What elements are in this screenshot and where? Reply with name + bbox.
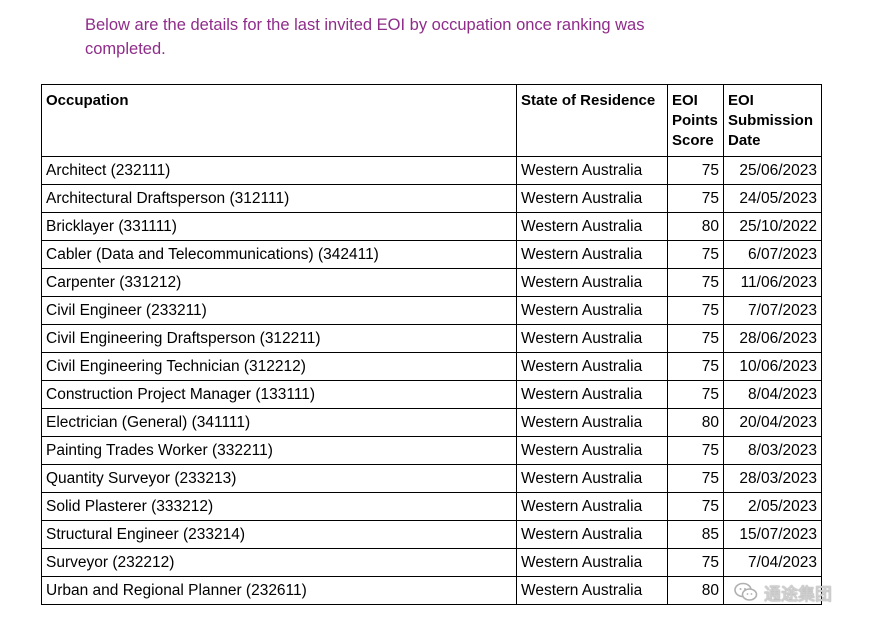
- cell-state: Western Australia: [516, 576, 668, 605]
- cell-state: Western Australia: [516, 352, 668, 381]
- cell-date: 8/04/2023: [723, 380, 822, 409]
- cell-points: 75: [667, 268, 724, 297]
- cell-occupation: Quantity Surveyor (233213): [41, 464, 517, 493]
- cell-points: 75: [667, 156, 724, 185]
- cell-date: 6/07/2023: [723, 240, 822, 269]
- cell-date: 20/04/2023: [723, 408, 822, 437]
- cell-occupation: Construction Project Manager (133111): [41, 380, 517, 409]
- header-occupation: Occupation: [41, 84, 517, 157]
- cell-date: 7/07/2023: [723, 296, 822, 325]
- cell-points: 80: [667, 408, 724, 437]
- cell-date: 28/03/2023: [723, 464, 822, 493]
- table-row: Cabler (Data and Telecommunications) (34…: [41, 240, 822, 269]
- cell-points: 75: [667, 296, 724, 325]
- table-row: Structural Engineer (233214) Western Aust…: [41, 520, 822, 549]
- table-body: Architect (232111) Western Australia 75 25/…: [41, 156, 822, 605]
- cell-points: 75: [667, 492, 724, 521]
- cell-state: Western Australia: [516, 184, 668, 213]
- cell-state: Western Australia: [516, 212, 668, 241]
- table-header-row: Occupation State of Residence EOI Points…: [41, 84, 822, 157]
- header-date: EOI Submission Date: [723, 84, 822, 157]
- cell-state: Western Australia: [516, 408, 668, 437]
- table-row: Painting Trades Worker (332211) Western A…: [41, 436, 822, 465]
- cell-state: Western Australia: [516, 548, 668, 577]
- cell-occupation: Civil Engineering Technician (312212): [41, 352, 517, 381]
- table-row: Quantity Surveyor (233213) Western Austra…: [41, 464, 822, 493]
- cell-date: 11/06/2023: [723, 268, 822, 297]
- cell-occupation: Bricklayer (331111): [41, 212, 517, 241]
- cell-points: 85: [667, 520, 724, 549]
- table-row: Carpenter (331212) Western Australia 75 11/…: [41, 268, 822, 297]
- header-points: EOI Points Score: [667, 84, 724, 157]
- table-row: Urban and Regional Planner (232611) Weste…: [41, 576, 822, 605]
- cell-state: Western Australia: [516, 464, 668, 493]
- cell-points: 75: [667, 464, 724, 493]
- cell-occupation: Civil Engineer (233211): [41, 296, 517, 325]
- table-row: Construction Project Manager (133111) Wes…: [41, 380, 822, 409]
- intro-text: Below are the details for the last invit…: [85, 16, 645, 58]
- cell-date: 25/10/2022: [723, 212, 822, 241]
- cell-points: 75: [667, 548, 724, 577]
- cell-points: 75: [667, 352, 724, 381]
- cell-occupation: Solid Plasterer (333212): [41, 492, 517, 521]
- cell-date: 28/06/2023: [723, 324, 822, 353]
- cell-state: Western Australia: [516, 520, 668, 549]
- cell-date: 15/07/2023: [723, 520, 822, 549]
- watermark: 通途集团: [734, 578, 832, 606]
- cell-date: 24/05/2023: [723, 184, 822, 213]
- cell-date: 10/06/2023: [723, 352, 822, 381]
- cell-state: Western Australia: [516, 324, 668, 353]
- wechat-icon: [734, 582, 758, 601]
- cell-date: 25/06/2023: [723, 156, 822, 185]
- cell-occupation: Carpenter (331212): [41, 268, 517, 297]
- cell-date: 2/05/2023: [723, 492, 822, 521]
- table-row: Architectural Draftsperson (312111) Weste…: [41, 184, 822, 213]
- cell-occupation: Structural Engineer (233214): [41, 520, 517, 549]
- cell-points: 75: [667, 324, 724, 353]
- cell-points: 80: [667, 212, 724, 241]
- cell-state: Western Australia: [516, 268, 668, 297]
- cell-state: Western Australia: [516, 436, 668, 465]
- cell-occupation: Cabler (Data and Telecommunications) (34…: [41, 240, 517, 269]
- cell-state: Western Australia: [516, 240, 668, 269]
- eoi-table: Occupation State of Residence EOI Points…: [41, 84, 822, 605]
- cell-state: Western Australia: [516, 156, 668, 185]
- table-row: Architect (232111) Western Australia 75 25/…: [41, 156, 822, 185]
- table-row: Civil Engineering Draftsperson (312211) W…: [41, 324, 822, 353]
- cell-date: 7/04/2023: [723, 548, 822, 577]
- cell-occupation: Painting Trades Worker (332211): [41, 436, 517, 465]
- cell-occupation: Architect (232111): [41, 156, 517, 185]
- cell-points: 75: [667, 184, 724, 213]
- cell-occupation: Civil Engineering Draftsperson (312211): [41, 324, 517, 353]
- cell-points: 75: [667, 240, 724, 269]
- cell-occupation: Electrician (General) (341111): [41, 408, 517, 437]
- cell-occupation: Architectural Draftsperson (312111): [41, 184, 517, 213]
- table-row: Electrician (General) (341111) Western Au…: [41, 408, 822, 437]
- cell-occupation: Urban and Regional Planner (232611): [41, 576, 517, 605]
- table-row: Bricklayer (331111) Western Australia 80 25…: [41, 212, 822, 241]
- watermark-text: 通途集团: [764, 584, 832, 604]
- cell-points: 80: [667, 576, 724, 605]
- table-row: Civil Engineer (233211) Western Australia…: [41, 296, 822, 325]
- cell-date: 8/03/2023: [723, 436, 822, 465]
- table-row: Surveyor (232212) Western Australia 75 7/04…: [41, 548, 822, 577]
- cell-state: Western Australia: [516, 492, 668, 521]
- cell-occupation: Surveyor (232212): [41, 548, 517, 577]
- table-row: Solid Plasterer (333212) Western Australi…: [41, 492, 822, 521]
- cell-state: Western Australia: [516, 380, 668, 409]
- cell-points: 75: [667, 380, 724, 409]
- cell-points: 75: [667, 436, 724, 465]
- table-row: Civil Engineering Technician (312212) Wes…: [41, 352, 822, 381]
- header-state: State of Residence: [516, 84, 668, 157]
- cell-state: Western Australia: [516, 296, 668, 325]
